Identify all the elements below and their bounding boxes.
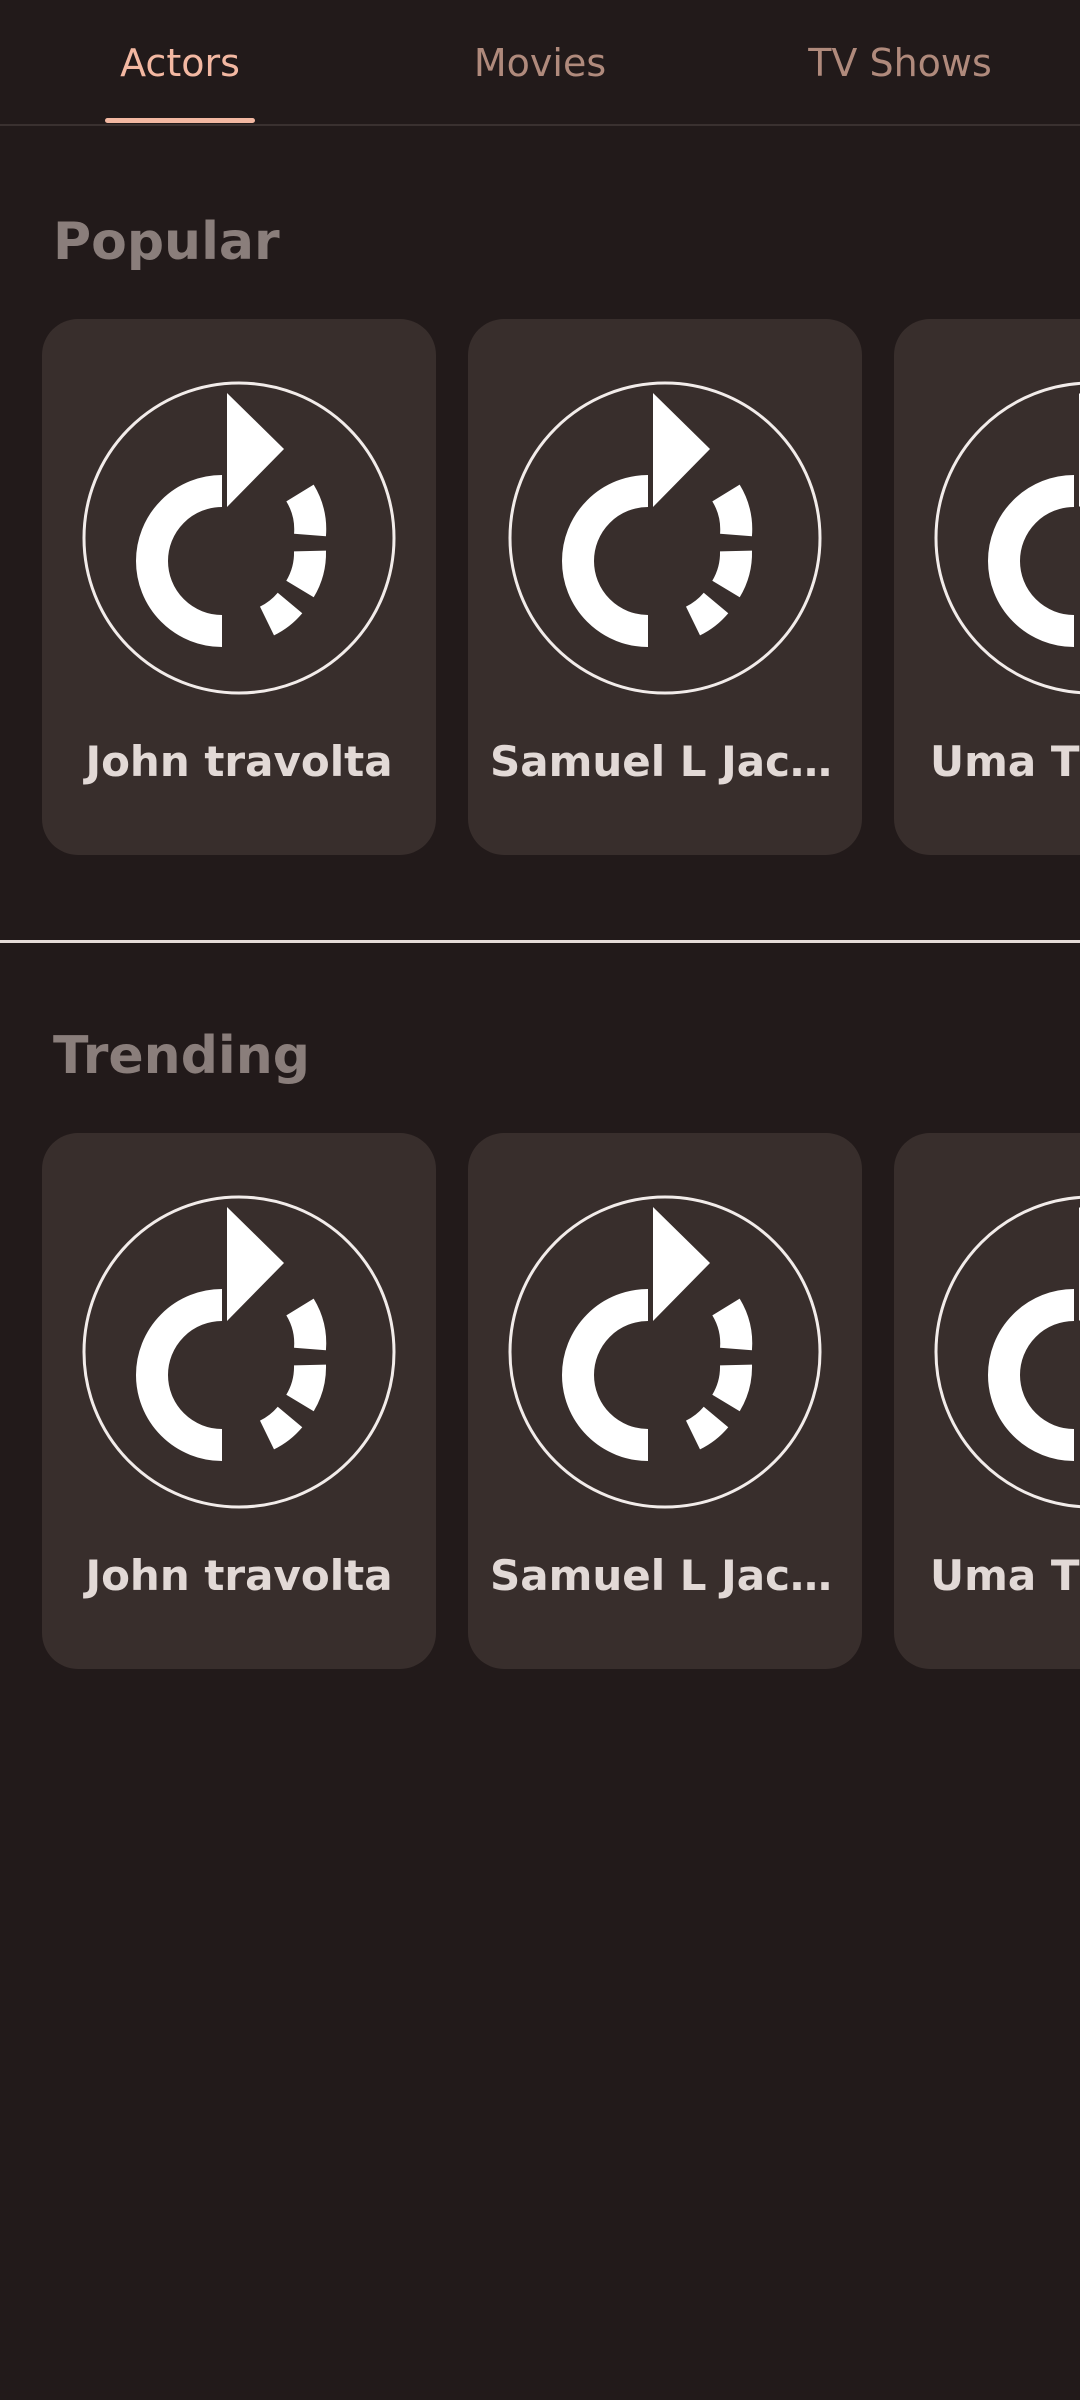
tab-tv-shows[interactable]: TV Shows: [720, 0, 1080, 126]
actor-name: John travolta: [85, 1551, 393, 1600]
actor-name: Uma Th: [930, 737, 1080, 786]
section-title-trending: Trending: [53, 1026, 310, 1086]
popular-carousel[interactable]: John travolta Samuel L Jack... Uma T: [0, 319, 1080, 855]
section-title-popular: Popular: [53, 212, 280, 272]
actor-card[interactable]: Samuel L Jack...: [468, 1133, 862, 1669]
tab-bar: Actors Movies TV Shows: [0, 0, 1080, 126]
actor-card[interactable]: John travolta: [42, 1133, 436, 1669]
loading-refresh-icon: [82, 1195, 396, 1509]
actor-card[interactable]: Uma Th: [894, 1133, 1080, 1669]
trending-carousel[interactable]: John travolta Samuel L Jack... Uma T: [0, 1133, 1080, 1669]
actor-name: Samuel L Jack...: [490, 737, 862, 786]
loading-refresh-icon: [934, 381, 1080, 695]
actor-card[interactable]: John travolta: [42, 319, 436, 855]
actor-name: Samuel L Jack...: [490, 1551, 862, 1600]
loading-refresh-icon: [508, 1195, 822, 1509]
section-divider: [0, 940, 1080, 943]
actor-card[interactable]: Samuel L Jack...: [468, 319, 862, 855]
actor-card[interactable]: Uma Th: [894, 319, 1080, 855]
loading-refresh-icon: [82, 381, 396, 695]
tab-movies[interactable]: Movies: [360, 0, 720, 126]
tab-actors[interactable]: Actors: [0, 0, 360, 126]
loading-refresh-icon: [508, 381, 822, 695]
loading-refresh-icon: [934, 1195, 1080, 1509]
actor-name: John travolta: [85, 737, 393, 786]
actor-name: Uma Th: [930, 1551, 1080, 1600]
active-tab-indicator: [105, 118, 255, 123]
